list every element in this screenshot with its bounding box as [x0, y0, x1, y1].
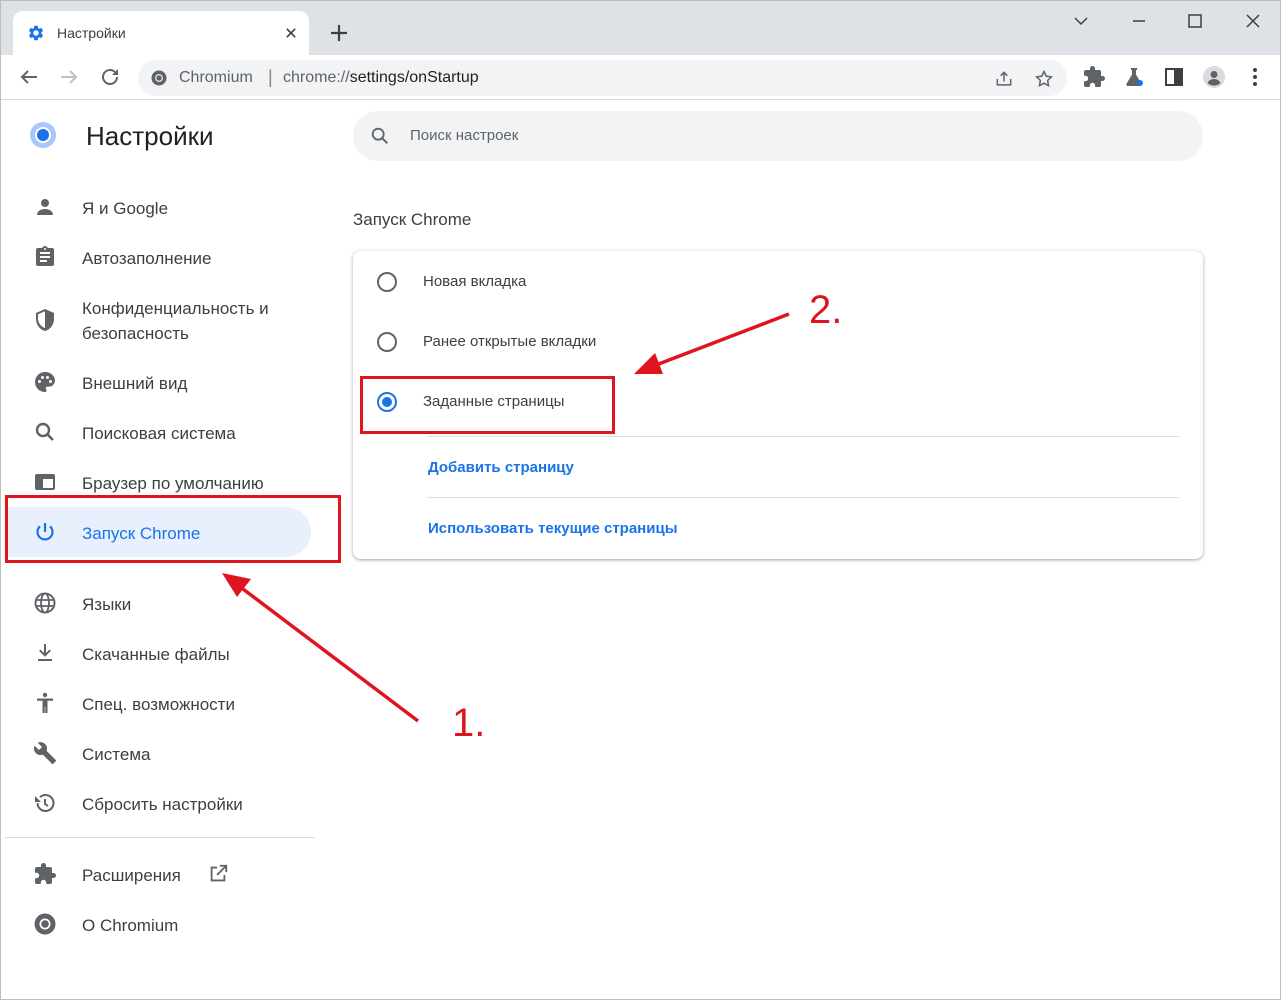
restore-icon — [35, 794, 55, 812]
radio-label: Ранее открытые вкладки — [423, 333, 597, 350]
sidebar-item-privacy[interactable]: Конфиденциальность и безопасность — [5, 282, 311, 358]
open-in-new-icon — [210, 864, 228, 882]
sidebar-item-reset[interactable]: Сбросить настройки — [5, 778, 311, 828]
back-icon[interactable] — [17, 65, 41, 89]
sidebar-item-languages[interactable]: Языки — [5, 578, 311, 628]
section-title: Запуск Chrome — [353, 210, 472, 229]
sidebar-item-label: Скачанные файлы — [82, 645, 230, 664]
search-icon — [371, 127, 389, 145]
sidebar-item-label: О Chromium — [82, 916, 179, 935]
extensions-icon — [35, 863, 56, 884]
palette-icon — [35, 372, 55, 392]
person-icon — [37, 199, 53, 215]
chromium-icon — [34, 913, 56, 935]
radio-button[interactable] — [377, 332, 397, 352]
sidebar-item-about[interactable]: О Chromium — [5, 899, 311, 949]
radio-option-continue[interactable]: Ранее открытые вкладки — [353, 312, 1203, 372]
tab-settings[interactable]: Настройки — [13, 11, 309, 55]
browser-window: Настройки Chromium | chrome://settings/o… — [0, 0, 1281, 1000]
close-icon[interactable] — [281, 23, 301, 43]
side-panel-icon[interactable] — [1162, 65, 1186, 89]
sidebar-item-label: Внешний вид — [82, 374, 188, 393]
browser-icon — [35, 474, 55, 490]
flask-icon[interactable] — [1122, 65, 1146, 89]
chromium-logo-icon — [30, 122, 56, 148]
omnibox-separator: | — [268, 67, 273, 87]
sidebar-item-label: Поисковая система — [82, 424, 236, 443]
sidebar-item-label: Расширения — [82, 866, 181, 885]
reload-icon[interactable] — [98, 65, 122, 89]
menu-dots-icon[interactable] — [1243, 65, 1267, 89]
tab-strip: Настройки — [1, 1, 1280, 55]
sidebar-item-label: Система — [82, 745, 151, 764]
sidebar-item-label: Браузер по умолчанию — [82, 474, 264, 493]
sidebar-item-label-line2: безопасность — [82, 324, 189, 343]
tab-title: Настройки — [57, 25, 126, 41]
sidebar-item-system[interactable]: Система — [5, 728, 311, 778]
sidebar-item-label: Языки — [82, 595, 132, 614]
browser-toolbar: Chromium | chrome://settings/onStartup — [1, 55, 1280, 100]
forward-icon[interactable] — [57, 65, 81, 89]
address-bar[interactable]: Chromium | chrome://settings/onStartup — [138, 60, 1067, 96]
gear-icon — [28, 25, 44, 41]
share-icon[interactable] — [994, 69, 1014, 89]
clipboard-icon — [36, 246, 54, 266]
omnibox-url-scheme: chrome:// — [283, 69, 350, 86]
profile-avatar-icon[interactable] — [1202, 65, 1226, 89]
accessibility-icon — [37, 692, 53, 713]
radio-option-new-tab[interactable]: Новая вкладка — [353, 252, 1203, 312]
omnibox-host: Chromium — [179, 69, 253, 86]
sidebar-item-label: Я и Google — [82, 199, 169, 218]
search-placeholder: Поиск настроек — [410, 127, 519, 144]
page-title: Настройки — [86, 121, 214, 151]
settings-search-input[interactable]: Поиск настроек — [353, 111, 1203, 161]
sidebar-divider — [5, 837, 315, 838]
chevron-down-icon[interactable] — [1069, 9, 1093, 33]
radio-label: Новая вкладка — [423, 273, 527, 290]
sidebar-item-extensions[interactable]: Расширения — [5, 849, 311, 899]
annotation-step-2: 2. — [809, 288, 843, 332]
sidebar-item-autofill[interactable]: Автозаполнение — [5, 232, 311, 282]
card-divider — [427, 497, 1179, 498]
star-icon[interactable] — [1034, 69, 1054, 89]
sidebar-item-appearance[interactable]: Внешний вид — [5, 357, 311, 407]
download-icon — [38, 644, 52, 661]
sidebar-item-you-and-google[interactable]: Я и Google — [5, 182, 311, 232]
annotation-highlight-box — [360, 376, 615, 434]
new-tab-icon[interactable] — [327, 21, 351, 45]
sidebar-item-label: Спец. возможности — [82, 695, 235, 714]
maximize-icon[interactable] — [1183, 9, 1207, 33]
annotation-step-1: 1. — [452, 701, 486, 745]
sidebar-item-label: Конфиденциальность и — [82, 299, 269, 318]
wrench-icon — [33, 742, 56, 764]
use-current-pages-link[interactable]: Использовать текущие страницы — [428, 520, 678, 537]
minimize-icon[interactable] — [1127, 9, 1151, 33]
globe-icon — [34, 592, 56, 614]
chromium-icon — [151, 70, 167, 86]
radio-button[interactable] — [377, 272, 397, 292]
extensions-icon[interactable] — [1082, 65, 1106, 89]
search-icon — [35, 422, 54, 441]
shield-icon — [36, 309, 54, 331]
sidebar-item-label: Автозаполнение — [82, 249, 212, 268]
window-close-icon[interactable] — [1241, 9, 1265, 33]
omnibox-url: chrome://settings/onStartup — [283, 69, 479, 87]
sidebar-item-label: Сбросить настройки — [82, 795, 243, 814]
omnibox-url-path: settings/onStartup — [349, 69, 479, 86]
sidebar-item-downloads[interactable]: Скачанные файлы — [5, 628, 311, 678]
add-page-link[interactable]: Добавить страницу — [428, 459, 574, 476]
card-divider — [427, 436, 1179, 437]
sidebar-item-search-engine[interactable]: Поисковая система — [5, 407, 311, 457]
annotation-highlight-box — [5, 495, 341, 563]
sidebar-item-accessibility[interactable]: Спец. возможности — [5, 678, 311, 728]
